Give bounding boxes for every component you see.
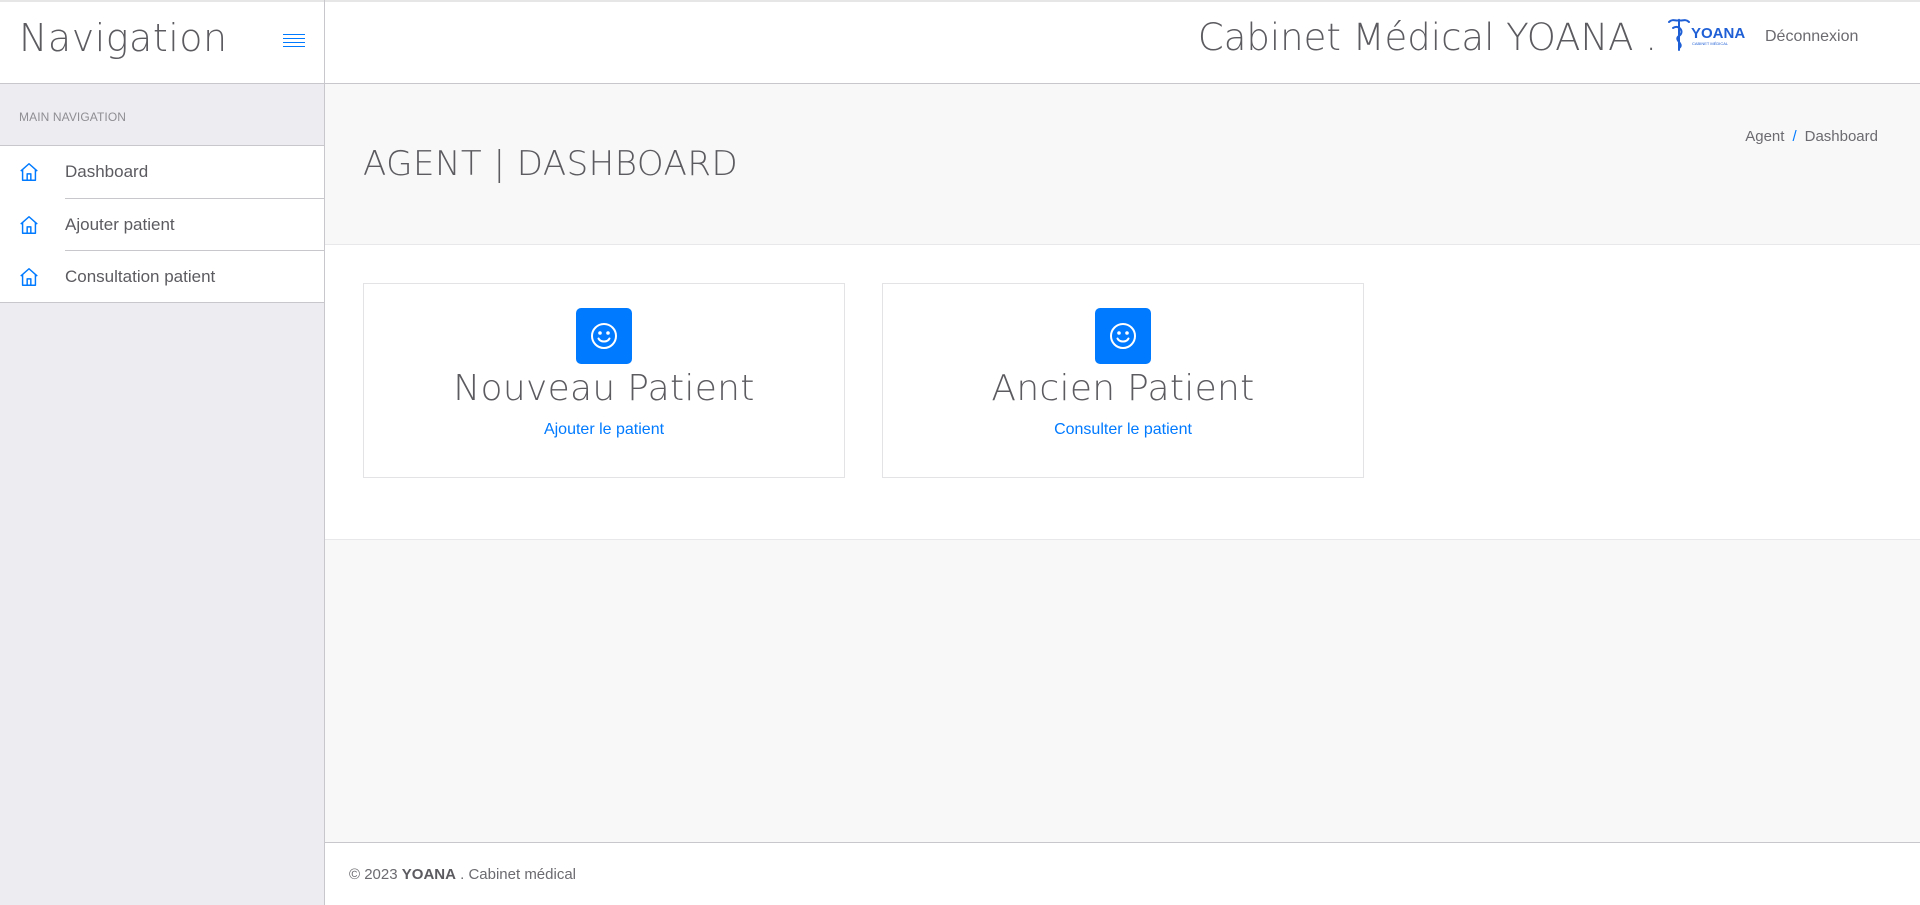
home-icon — [20, 267, 38, 286]
svg-text:CABINET MÉDICAL: CABINET MÉDICAL — [1692, 41, 1729, 46]
smiley-icon — [576, 308, 632, 364]
main-navigation-heading: MAIN NAVIGATION — [0, 84, 324, 146]
sidebar: Navigation MAIN NAVIGATION Dashboard Ajo… — [0, 0, 325, 905]
top-navbar: Cabinet Médical YOANA . YOANA CABINET MÉ… — [325, 0, 1920, 84]
sidebar-brand: Navigation — [0, 0, 324, 84]
hamburger-menu-icon[interactable] — [283, 34, 305, 50]
footer-copyright: © 2023 YOANA . Cabinet médical — [349, 866, 576, 883]
page-header: AGENT | DASHBOARD Agent / Dashboard — [325, 84, 1920, 245]
breadcrumb-separator: / — [1792, 128, 1797, 145]
breadcrumb: Agent / Dashboard — [1745, 128, 1878, 145]
clinic-title: Cabinet Médical YOANA . — [1197, 16, 1657, 59]
yoana-logo: YOANA CABINET MÉDICAL — [1668, 18, 1745, 51]
breadcrumb-item-agent[interactable]: Agent — [1745, 128, 1784, 145]
smiley-icon — [1095, 308, 1151, 364]
sidebar-item-dashboard[interactable]: Dashboard — [0, 146, 324, 198]
card-title: Nouveau Patient — [453, 368, 755, 409]
logout-link[interactable]: Déconnexion — [1765, 28, 1858, 46]
home-icon — [20, 215, 38, 234]
sidebar-item-label: Dashboard — [65, 162, 149, 181]
home-icon — [20, 163, 38, 181]
card-nouveau-patient: Nouveau Patient Ajouter le patient — [363, 283, 845, 478]
sidebar-nav: Dashboard Ajouter patient Consultation p… — [0, 146, 324, 303]
sidebar-item-ajouter-patient[interactable]: Ajouter patient — [0, 198, 324, 250]
sidebar-title: Navigation — [19, 16, 228, 60]
breadcrumb-item-dashboard: Dashboard — [1804, 128, 1878, 145]
svg-text:YOANA: YOANA — [1691, 25, 1745, 42]
add-patient-link[interactable]: Ajouter le patient — [544, 421, 664, 439]
dashboard-content: Nouveau Patient Ajouter le patient Ancie… — [325, 245, 1920, 540]
sidebar-item-consultation-patient[interactable]: Consultation patient — [0, 250, 324, 302]
footer-copyright-year: © 2023 — [349, 866, 398, 883]
consult-patient-link[interactable]: Consulter le patient — [1054, 421, 1192, 439]
footer: © 2023 YOANA . Cabinet médical — [325, 842, 1920, 905]
sidebar-item-label: Consultation patient — [65, 266, 216, 286]
sidebar-item-label: Ajouter patient — [65, 214, 175, 234]
card-ancien-patient: Ancien Patient Consulter le patient — [882, 283, 1364, 478]
footer-brand: YOANA — [401, 866, 456, 883]
footer-suffix: . Cabinet médical — [460, 866, 577, 883]
page-title: AGENT | DASHBOARD — [363, 144, 739, 184]
card-title: Ancien Patient — [991, 368, 1255, 409]
